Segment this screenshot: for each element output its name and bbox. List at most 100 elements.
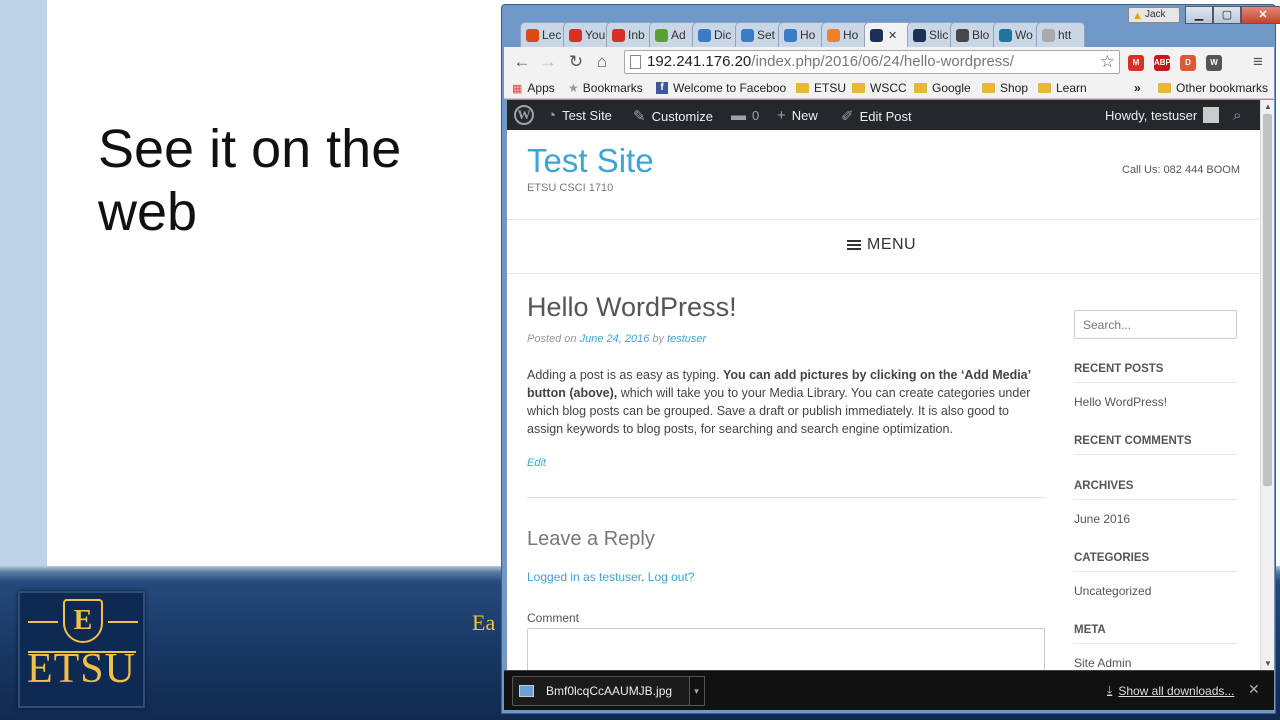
- bookmark-shop[interactable]: Shop: [982, 81, 1028, 95]
- bookmarks-bar: ▦ Apps ★ Bookmarks f Welcome to Faceboo …: [504, 77, 1274, 99]
- back-icon[interactable]: ←: [512, 52, 532, 72]
- etsu-icon: [913, 28, 926, 42]
- maximize-button[interactable]: ▢: [1213, 6, 1241, 24]
- tab-label: Dic: [714, 28, 732, 42]
- tab-label: Inb: [628, 28, 645, 42]
- bookmark-label: Bookmarks: [582, 81, 643, 95]
- leaf-icon: [655, 28, 668, 42]
- bookmark-etsu[interactable]: ETSU: [796, 81, 846, 95]
- show-all-downloads-link[interactable]: ⤓ Show all downloads...: [1107, 683, 1234, 698]
- admin-search-icon[interactable]: ⌕: [1233, 107, 1247, 124]
- forward-icon[interactable]: →: [538, 52, 558, 72]
- admin-new-link[interactable]: + New: [777, 107, 818, 124]
- comment-textarea[interactable]: [527, 628, 1045, 670]
- widget-title-meta: META: [1074, 624, 1237, 644]
- browser-tab[interactable]: Ad: [649, 22, 698, 47]
- browser-tab[interactable]: htt: [1036, 22, 1085, 47]
- page-scrollbar[interactable]: ▲ ▼: [1260, 100, 1274, 670]
- duckduckgo-ext-icon[interactable]: D: [1180, 55, 1196, 71]
- gmail-icon: [569, 28, 582, 42]
- bookmark-bookmarks[interactable]: ★ Bookmarks: [568, 81, 643, 95]
- edit-post-link[interactable]: Edit: [527, 457, 546, 469]
- divider: [527, 497, 1045, 498]
- scrollbar-thumb[interactable]: [1263, 114, 1272, 486]
- home-icon[interactable]: ⌂: [592, 52, 612, 72]
- hamburger-icon: [847, 238, 861, 252]
- post-date-link[interactable]: June 24, 2016: [580, 333, 650, 345]
- admin-account-menu[interactable]: Howdy, testuser: [1105, 107, 1220, 123]
- scroll-down-icon[interactable]: ▼: [1264, 659, 1272, 668]
- shield-ext-icon[interactable]: W: [1206, 55, 1222, 71]
- site-header: Test Site ETSU CSCI 1710 Call Us: 082 44…: [507, 130, 1260, 220]
- bookmark-google[interactable]: Google: [914, 81, 971, 95]
- chrome-menu-icon[interactable]: ≡: [1248, 52, 1268, 72]
- bookmark-other[interactable]: Other bookmarks: [1158, 81, 1268, 95]
- primary-menu-bar: MENU: [507, 220, 1260, 274]
- download-icon: ⤓: [1107, 683, 1113, 697]
- wordpress-icon: [956, 28, 969, 42]
- chevron-down-icon[interactable]: ▾: [689, 676, 705, 706]
- admin-comments-link[interactable]: ▬ 0: [731, 107, 759, 124]
- cloud-icon: [698, 28, 711, 42]
- posted-on-label: Posted on: [527, 333, 580, 345]
- browser-tab[interactable]: You: [563, 22, 612, 47]
- bookmark-learn[interactable]: Learn: [1038, 81, 1087, 95]
- tab-label: Slic: [929, 28, 949, 42]
- browser-tab[interactable]: Set: [735, 22, 784, 47]
- line-icon: [784, 28, 797, 42]
- scroll-up-icon[interactable]: ▲: [1264, 102, 1272, 111]
- bookmark-apps[interactable]: ▦ Apps: [512, 81, 555, 95]
- admin-customize-link[interactable]: ✎ Customize: [633, 107, 713, 125]
- admin-site-link[interactable]: ◔ Test Site: [547, 107, 612, 124]
- folder-icon: [796, 83, 809, 93]
- bookmark-label: WSCC: [870, 81, 907, 95]
- minimize-button[interactable]: ▁: [1185, 6, 1213, 24]
- gmail-ext-icon[interactable]: M: [1128, 55, 1144, 71]
- reload-icon[interactable]: ↻: [566, 52, 586, 72]
- browser-window: Lec You Inb Ad Dic Set Ho Ho ✕ Slic Blo Wo htt ▲ Jac…: [501, 4, 1280, 714]
- archive-link[interactable]: June 2016: [1074, 512, 1130, 526]
- close-icon[interactable]: ✕: [1248, 681, 1260, 698]
- browser-tab[interactable]: Blo: [950, 22, 999, 47]
- address-bar[interactable]: 192.241.176.20/index.php/2016/06/24/hell…: [624, 50, 1120, 74]
- logged-in-link[interactable]: Logged in as testuser: [527, 570, 641, 584]
- close-tab-icon[interactable]: ✕: [888, 29, 897, 42]
- tab-strip: Lec You Inb Ad Dic Set Ho Ho ✕ Slic Blo Wo htt: [520, 22, 1085, 47]
- menu-toggle-button[interactable]: MENU: [847, 236, 916, 254]
- site-admin-link[interactable]: Site Admin: [1074, 656, 1131, 670]
- bookmark-facebook[interactable]: f Welcome to Faceboo: [656, 81, 788, 95]
- browser-tab[interactable]: Ho: [821, 22, 870, 47]
- log-out-link[interactable]: Log out?: [648, 570, 695, 584]
- page-viewport: W ◔ Test Site ✎ Customize ▬ 0 + New ✐ Ed…: [507, 100, 1260, 670]
- browser-tab[interactable]: ✕: [864, 22, 913, 47]
- window-controls: ▁ ▢ ✕: [1185, 6, 1280, 24]
- browser-tab[interactable]: Ho: [778, 22, 827, 47]
- profile-button[interactable]: ▲ Jack: [1128, 7, 1180, 23]
- wordpress-icon[interactable]: W: [514, 105, 534, 125]
- bookmark-wscc[interactable]: WSCC: [852, 81, 907, 95]
- category-link[interactable]: Uncategorized: [1074, 584, 1151, 598]
- orange-icon: [827, 28, 840, 42]
- slide-left-stripe: [0, 0, 47, 580]
- admin-edit-post-link[interactable]: ✐ Edit Post: [841, 107, 912, 125]
- download-item[interactable]: Bmf0lcqCcAAUMJB.jpg ▾: [512, 676, 705, 706]
- tab-label: Ad: [671, 28, 686, 42]
- logo-rule-right: [108, 621, 138, 623]
- browser-tab[interactable]: Inb: [606, 22, 655, 47]
- browser-tab[interactable]: Lec: [520, 22, 569, 47]
- close-window-button[interactable]: ✕: [1241, 6, 1280, 24]
- bookmarks-overflow-button[interactable]: »: [1134, 81, 1141, 95]
- browser-tab[interactable]: Wo: [993, 22, 1042, 47]
- adblock-ext-icon[interactable]: ABP: [1154, 55, 1171, 71]
- browser-tab[interactable]: Slic: [907, 22, 956, 47]
- title-bar: Lec You Inb Ad Dic Set Ho Ho ✕ Slic Blo Wo htt ▲ Jac…: [502, 5, 1280, 47]
- post-author-link[interactable]: testuser: [667, 333, 706, 345]
- site-title[interactable]: Test Site: [527, 142, 654, 180]
- browser-tab[interactable]: Dic: [692, 22, 741, 47]
- bookmark-label: Welcome to Faceboo: [673, 81, 787, 95]
- bookmark-star-icon[interactable]: ☆: [1100, 51, 1115, 73]
- sidebar-search-input[interactable]: [1074, 310, 1237, 339]
- recent-post-link[interactable]: Hello WordPress!: [1074, 395, 1167, 409]
- menu-label: MENU: [867, 236, 917, 253]
- profile-name: Jack: [1145, 9, 1166, 20]
